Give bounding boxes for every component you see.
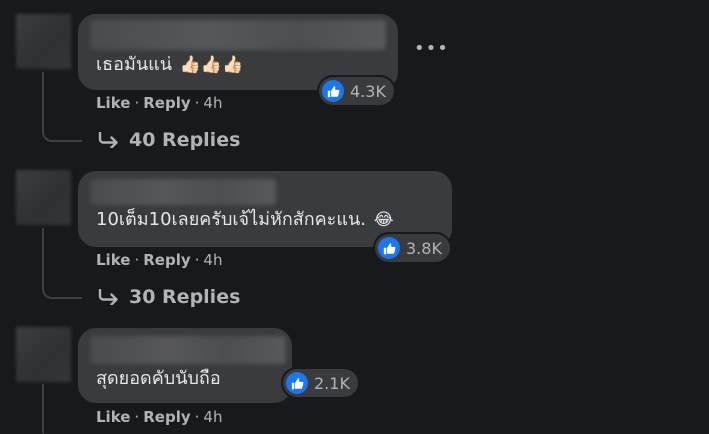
like-reaction-icon (322, 80, 344, 102)
reaction-summary[interactable]: 2.1K (283, 369, 358, 397)
thumbs-up-emoji: 👍🏻👍🏻👍🏻 (179, 55, 244, 75)
reaction-count: 3.8K (406, 238, 442, 258)
reply-arrow-icon (98, 132, 118, 148)
reply-arrow-icon (98, 289, 118, 305)
reaction-count: 4.3K (350, 81, 386, 101)
reaction-summary[interactable]: 4.3K (319, 77, 394, 105)
comment-actions: Like · Reply · 4h (96, 408, 222, 426)
like-button[interactable]: Like (96, 94, 130, 112)
avatar[interactable] (16, 14, 71, 69)
comment-actions: Like · Reply · 4h (96, 251, 222, 269)
thread-connector (42, 72, 82, 142)
comment-text: 10เต็ม10เลยครับเจ้ไม่หักสักคะแน. 😂 (96, 209, 394, 231)
reaction-summary[interactable]: 3.8K (375, 234, 450, 262)
separator: · (134, 251, 140, 269)
like-button[interactable]: Like (96, 251, 130, 269)
avatar[interactable] (16, 327, 71, 382)
laughing-emoji: 😂 (373, 210, 394, 230)
author-name-blurred[interactable] (90, 336, 286, 364)
timestamp[interactable]: 4h (203, 94, 222, 112)
separator: · (194, 408, 200, 426)
comment-text-content: เธอมันแน่ (96, 54, 173, 75)
replies-label: 30 Replies (129, 286, 241, 308)
separator: · (134, 94, 140, 112)
comment-text: สุดยอดคับนับถือ (96, 368, 221, 390)
reply-button[interactable]: Reply (143, 94, 190, 112)
like-reaction-icon (378, 237, 400, 259)
comment-text-content: 10เต็ม10เลยครับเจ้ไม่หักสักคะแน. (96, 209, 366, 230)
reply-button[interactable]: Reply (143, 251, 190, 269)
author-name-blurred[interactable] (90, 20, 386, 50)
separator: · (134, 408, 140, 426)
replies-label: 40 Replies (129, 129, 241, 151)
reply-button[interactable]: Reply (143, 408, 190, 426)
like-reaction-icon (286, 372, 308, 394)
comment-actions: Like · Reply · 4h (96, 94, 222, 112)
thread-connector (42, 384, 44, 434)
separator: · (194, 94, 200, 112)
reaction-count: 2.1K (314, 373, 350, 393)
timestamp[interactable]: 4h (203, 251, 222, 269)
thread-connector (42, 228, 82, 299)
timestamp[interactable]: 4h (203, 408, 222, 426)
comment-bubble: สุดยอดคับนับถือ (78, 328, 292, 403)
like-button[interactable]: Like (96, 408, 130, 426)
avatar[interactable] (16, 170, 71, 225)
comment-text-content: สุดยอดคับนับถือ (96, 368, 221, 389)
view-replies-button[interactable]: 40 Replies (97, 129, 240, 151)
more-options-icon[interactable]: ••• (414, 38, 449, 59)
separator: · (194, 251, 200, 269)
author-name-blurred[interactable] (90, 179, 276, 205)
view-replies-button[interactable]: 30 Replies (97, 286, 240, 308)
comment-text: เธอมันแน่ 👍🏻👍🏻👍🏻 (96, 54, 243, 76)
